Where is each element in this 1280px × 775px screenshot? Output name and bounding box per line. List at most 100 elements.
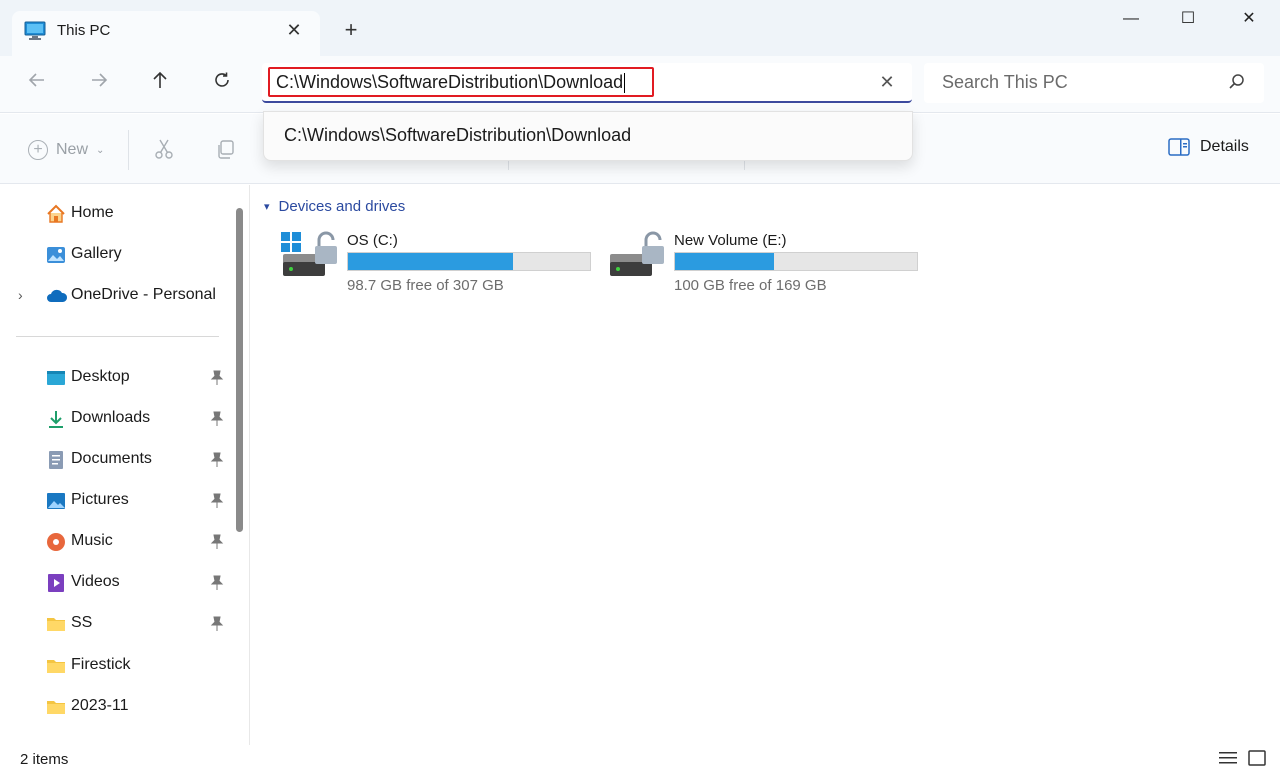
close-window-button[interactable]: ✕ <box>1234 6 1264 32</box>
sidebar-item-label: Firestick <box>71 656 131 673</box>
pin-icon[interactable] <box>210 575 224 591</box>
title-bar: This PC ✕ + — ☐ ✕ <box>0 0 1280 56</box>
sidebar-item-onedrive[interactable]: › OneDrive - Personal <box>0 280 232 312</box>
details-label: Details <box>1200 138 1249 155</box>
gallery-icon <box>46 245 66 265</box>
videos-icon <box>46 573 66 593</box>
minimize-button[interactable]: — <box>1116 6 1146 32</box>
sidebar-item-label: OneDrive - Personal <box>71 286 216 303</box>
new-button[interactable]: + New ⌄ <box>28 138 104 162</box>
drive-item-c[interactable]: OS (C:) 98.7 GB free of 307 GB <box>281 230 601 296</box>
drive-free-space: 100 GB free of 169 GB <box>674 277 827 294</box>
drive-name: New Volume (E:) <box>674 232 787 249</box>
sidebar-item-label: SS <box>71 614 93 631</box>
maximize-button[interactable]: ☐ <box>1173 6 1203 32</box>
sidebar-item-desktop[interactable]: Desktop <box>0 362 232 394</box>
sidebar-item-pictures[interactable]: Pictures <box>0 485 232 517</box>
navigation-bar: C:\Windows\SoftwareDistribution\Download… <box>0 56 1280 113</box>
copy-icon[interactable] <box>215 138 237 160</box>
clear-address-button[interactable]: ✕ <box>876 71 898 93</box>
sidebar-item-label: Music <box>71 532 113 549</box>
address-suggestion-item[interactable]: C:\Windows\SoftwareDistribution\Download <box>284 125 631 146</box>
pin-icon[interactable] <box>210 452 224 468</box>
drive-free-space: 98.7 GB free of 307 GB <box>347 277 504 294</box>
pin-icon[interactable] <box>210 370 224 386</box>
sidebar-item-2023-11[interactable]: 2023-11 <box>0 691 232 723</box>
tab-close-button[interactable]: ✕ <box>284 20 304 40</box>
home-icon <box>46 204 66 224</box>
back-arrow-icon <box>28 73 44 87</box>
sidebar-item-label: Downloads <box>71 409 151 426</box>
monitor-icon <box>24 21 46 41</box>
search-icon[interactable] <box>1228 73 1248 93</box>
search-input[interactable]: Search This PC <box>942 72 1068 93</box>
folder-icon <box>46 614 66 634</box>
tab-this-pc[interactable]: This PC ✕ <box>12 11 320 56</box>
sidebar-item-label: Videos <box>71 573 120 590</box>
sidebar-item-label: Documents <box>71 450 152 467</box>
sidebar-item-downloads[interactable]: Downloads <box>0 403 232 435</box>
drive-usage-fill <box>675 253 775 270</box>
onedrive-cloud-icon <box>46 286 68 306</box>
sidebar-item-label: 2023-11 <box>71 697 129 714</box>
forward-button[interactable] <box>84 68 114 98</box>
pin-icon[interactable] <box>210 411 224 427</box>
group-title: Devices and drives <box>278 198 406 215</box>
search-box[interactable]: Search This PC <box>924 63 1264 103</box>
item-count: 2 items <box>20 751 69 768</box>
address-bar[interactable]: C:\Windows\SoftwareDistribution\Download… <box>262 63 912 103</box>
new-tab-button[interactable]: + <box>340 19 362 41</box>
details-view-icon[interactable] <box>1219 750 1239 770</box>
sidebar-item-gallery[interactable]: Gallery <box>0 239 232 271</box>
pin-icon[interactable] <box>210 534 224 550</box>
sidebar-item-ss[interactable]: SS <box>0 608 232 640</box>
drive-item-e[interactable]: New Volume (E:) 100 GB free of 169 GB <box>608 230 928 296</box>
pin-icon[interactable] <box>210 616 224 632</box>
drive-usage-fill <box>348 253 513 270</box>
sidebar-item-videos[interactable]: Videos <box>0 567 232 599</box>
group-header-devices[interactable]: ▾ Devices and drives <box>264 198 405 215</box>
desktop-folder-icon <box>46 368 66 388</box>
details-pane-icon <box>1168 138 1190 156</box>
sidebar-item-music[interactable]: Music <box>0 526 232 558</box>
sidebar-item-label: Desktop <box>71 368 130 385</box>
folder-icon <box>46 697 66 717</box>
sidebar-item-documents[interactable]: Documents <box>0 444 232 476</box>
folder-icon <box>46 656 66 676</box>
status-bar: 2 items <box>0 745 1280 775</box>
command-separator <box>128 130 129 170</box>
sidebar-item-home[interactable]: Home <box>0 198 232 230</box>
drive-name: OS (C:) <box>347 232 398 249</box>
details-button[interactable]: Details <box>1168 138 1249 156</box>
sidebar-scrollbar[interactable] <box>236 208 243 532</box>
downloads-icon <box>46 409 66 429</box>
address-input[interactable]: C:\Windows\SoftwareDistribution\Download <box>268 67 654 97</box>
drive-usage-bar <box>674 252 918 271</box>
back-button[interactable] <box>22 68 52 98</box>
tab-title: This PC <box>57 22 111 39</box>
documents-icon <box>46 450 66 470</box>
refresh-button[interactable] <box>207 68 237 98</box>
address-suggestion-dropdown: C:\Windows\SoftwareDistribution\Download <box>263 111 913 161</box>
text-caret <box>624 73 626 94</box>
chevron-right-icon[interactable]: › <box>18 287 23 303</box>
tiles-view-icon[interactable] <box>1248 750 1268 770</box>
drive-locked-icon <box>608 230 668 280</box>
sidebar-item-label: Home <box>71 204 114 221</box>
plus-circle-icon: + <box>28 140 48 160</box>
address-text: C:\Windows\SoftwareDistribution\Download <box>276 72 624 92</box>
chevron-down-icon: ⌄ <box>96 144 105 156</box>
navigation-pane: Home Gallery › OneDrive - Personal Deskt… <box>0 185 250 745</box>
refresh-icon <box>215 72 229 87</box>
pictures-icon <box>46 491 66 511</box>
up-button[interactable] <box>145 68 175 98</box>
sidebar-item-firestick[interactable]: Firestick <box>0 650 232 682</box>
music-icon <box>46 532 66 552</box>
pin-icon[interactable] <box>210 493 224 509</box>
sidebar-item-label: Pictures <box>71 491 129 508</box>
sidebar-divider <box>16 336 219 337</box>
cut-icon[interactable] <box>153 138 175 160</box>
forward-arrow-icon <box>92 73 108 87</box>
drive-usage-bar <box>347 252 591 271</box>
sidebar-item-label: Gallery <box>71 245 122 262</box>
